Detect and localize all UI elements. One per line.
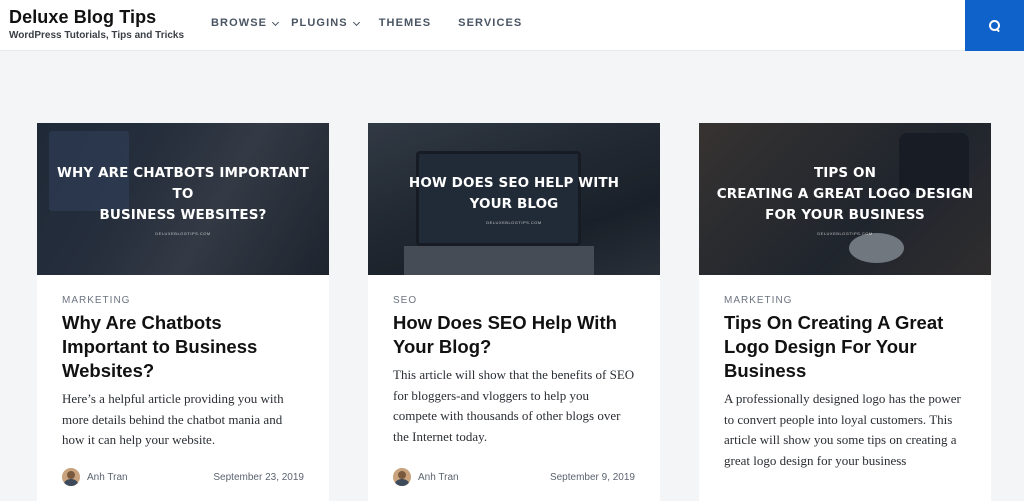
thumbnail-text: HOW DOES SEO HELP WITH YOUR BLOG DELUXEB… xyxy=(368,123,660,275)
site-header: Deluxe Blog Tips WordPress Tutorials, Ti… xyxy=(0,0,1024,51)
thumbnail-text: TIPS ON CREATING A GREAT LOGO DESIGN FOR… xyxy=(699,123,991,275)
post-body: SEO How Does SEO Help With Your Blog? Th… xyxy=(368,275,660,501)
chevron-down-icon xyxy=(352,18,360,27)
post-title[interactable]: Why Are Chatbots Important to Business W… xyxy=(62,311,292,383)
post-body: MARKETING Tips On Creating A Great Logo … xyxy=(699,275,991,501)
author-name: Anh Tran xyxy=(418,471,459,483)
post-category[interactable]: MARKETING xyxy=(724,295,966,306)
post-card: WHY ARE CHATBOTS IMPORTANT TO BUSINESS W… xyxy=(37,123,329,501)
post-title[interactable]: Tips On Creating A Great Logo Design For… xyxy=(724,311,964,383)
post-meta: Anh Tran September 23, 2019 xyxy=(62,468,304,486)
post-title[interactable]: How Does SEO Help With Your Blog? xyxy=(393,311,633,359)
post-excerpt: This article will show that the benefits… xyxy=(393,367,635,444)
post-date: September 23, 2019 xyxy=(213,471,304,483)
thumbnail-title: WHY ARE CHATBOTS IMPORTANT TO BUSINESS W… xyxy=(57,164,309,223)
nav-item-label: SERVICES xyxy=(458,17,523,29)
nav-item-label: PLUGINS xyxy=(291,17,348,29)
post-card: HOW DOES SEO HELP WITH YOUR BLOG DELUXEB… xyxy=(368,123,660,501)
post-author[interactable]: Anh Tran xyxy=(62,468,128,486)
post-thumbnail[interactable]: TIPS ON CREATING A GREAT LOGO DESIGN FOR… xyxy=(699,123,991,275)
post-meta: Anh Tran September 9, 2019 xyxy=(393,468,635,486)
post-excerpt: A professionally designed logo has the p… xyxy=(724,391,961,468)
avatar xyxy=(62,468,80,486)
post-thumbnail[interactable]: HOW DOES SEO HELP WITH YOUR BLOG DELUXEB… xyxy=(368,123,660,275)
thumbnail-credit: DELUXEBLOGTIPS.COM xyxy=(486,220,542,225)
nav-item-label: THEMES xyxy=(378,17,432,29)
post-author[interactable]: Anh Tran xyxy=(393,468,459,486)
thumbnail-text: WHY ARE CHATBOTS IMPORTANT TO BUSINESS W… xyxy=(37,123,329,275)
post-thumbnail[interactable]: WHY ARE CHATBOTS IMPORTANT TO BUSINESS W… xyxy=(37,123,329,275)
avatar xyxy=(393,468,411,486)
thumbnail-title: HOW DOES SEO HELP WITH YOUR BLOG xyxy=(408,175,620,212)
post-excerpt: Here’s a helpful article providing you w… xyxy=(62,391,284,447)
post-date: September 9, 2019 xyxy=(549,471,635,483)
nav-item-plugins[interactable]: PLUGINS xyxy=(291,17,360,29)
nav-item-browse[interactable]: BROWSE xyxy=(211,17,280,29)
main-nav: BROWSE PLUGINS THEMES SERVICES xyxy=(211,17,522,29)
nav-item-services[interactable]: SERVICES xyxy=(458,17,522,29)
chevron-down-icon xyxy=(272,18,280,27)
post-category[interactable]: MARKETING xyxy=(62,295,304,306)
nav-item-themes[interactable]: THEMES xyxy=(379,17,431,29)
thumbnail-credit: DELUXEBLOGTIPS.COM xyxy=(155,230,211,236)
post-category[interactable]: SEO xyxy=(393,295,635,306)
post-body: MARKETING Why Are Chatbots Important to … xyxy=(37,275,329,501)
nav-item-label: BROWSE xyxy=(211,17,268,29)
thumbnail-credit: DELUXEBLOGTIPS.COM xyxy=(817,230,873,236)
site-title[interactable]: Deluxe Blog Tips xyxy=(9,7,184,27)
site-brand[interactable]: Deluxe Blog Tips WordPress Tutorials, Ti… xyxy=(9,7,184,41)
author-name: Anh Tran xyxy=(87,471,128,483)
post-card: TIPS ON CREATING A GREAT LOGO DESIGN FOR… xyxy=(699,123,991,501)
thumbnail-title: TIPS ON CREATING A GREAT LOGO DESIGN FOR… xyxy=(716,164,974,223)
search-button[interactable] xyxy=(965,0,1024,51)
search-icon xyxy=(989,20,1000,31)
site-tagline: WordPress Tutorials, Tips and Tricks xyxy=(9,30,185,41)
